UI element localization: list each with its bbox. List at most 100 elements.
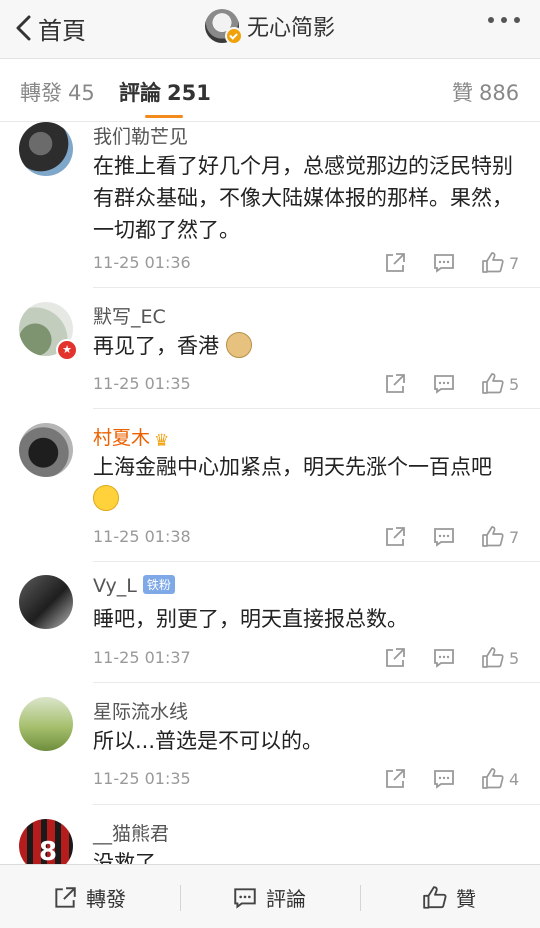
comment-text-content: 再见了，香港 [93,334,219,358]
more-icon-dot [501,17,507,23]
comment-text: 再见了，香港 [93,330,518,362]
avatar [205,9,243,45]
tab-repost[interactable]: 轉發 45 [20,77,95,107]
avatar[interactable] [19,575,73,629]
share-icon [386,253,405,272]
author-name: 村夏木 [93,427,151,449]
avatar[interactable] [19,423,73,477]
like-count: 7 [509,528,520,547]
repost-button[interactable]: 轉發 [52,883,126,912]
thumbs-up-icon [482,526,504,547]
share-icon [386,648,405,667]
tab-count: 251 [167,81,211,105]
divider [180,885,181,911]
reply-button[interactable] [432,525,456,553]
like-count: 5 [509,375,520,394]
thumbs-up-icon [482,647,504,668]
comment-list[interactable]: 我们勒芒见 在推上看了好几个月，总感觉那边的泛民特别有群众基础，不像大陆媒体报的… [0,122,540,864]
comment-time: 11-25 01:38 [93,527,191,546]
reply-button[interactable] [432,372,456,400]
bottom-action-bar: 轉發 評論 贊 [0,864,540,928]
reply-button[interactable] [432,767,456,795]
share-button[interactable] [383,767,407,795]
like-button[interactable]: 7 [481,525,519,553]
share-button[interactable] [383,251,407,279]
avatar-jersey-number: 8 [39,837,58,864]
divider [93,408,540,409]
comment-author[interactable]: 星际流水线 [93,697,188,724]
author-name: Vy_L [93,575,137,597]
fan-badge: 铁粉 [142,575,175,594]
comment-author[interactable]: 我们勒芒见 [93,122,188,149]
comment-text: 所以...普选是不可以的。 [93,729,324,753]
laugh-cry-emoji-icon [93,485,119,511]
comment-text: 上海金融中心加紧点，明天先涨个一百点吧 [93,451,518,515]
comment-icon [434,649,454,668]
divider [93,287,540,288]
comment-author[interactable]: 默写_EC [93,302,166,329]
like-count: 5 [509,649,520,668]
more-icon [488,17,494,23]
avatar[interactable]: 8 [19,819,73,864]
reply-button[interactable] [432,251,456,279]
comment-meta: 11-25 01:37 5 [93,646,523,672]
comment-text: 在推上看了好几个月，总感觉那边的泛民特别有群众基础，不像大陆媒体报的那样。果然，… [93,154,513,242]
comment-meta: 11-25 01:36 7 [93,251,523,277]
comment-meta: 11-25 01:38 7 [93,525,523,551]
comment-icon [434,770,454,789]
comment-icon [234,887,256,909]
share-icon [386,769,405,788]
like-post-button[interactable]: 贊 [422,883,476,912]
comment-time: 11-25 01:36 [93,253,191,272]
comment-time: 11-25 01:35 [93,374,191,393]
tab-label: 轉發 [20,81,62,105]
repost-label: 轉發 [86,887,126,911]
comment-icon [434,528,454,547]
comment-text: 没救了 [93,851,156,864]
star-badge-icon: ★ [56,339,78,361]
like-button[interactable]: 4 [481,767,519,795]
account-name: 无心简影 [247,16,336,41]
divider [360,885,361,911]
avatar[interactable] [19,697,73,751]
like-button[interactable]: 7 [481,251,519,279]
tab-active-indicator [145,115,183,118]
top-bar: 首頁 无心简影 [0,0,540,59]
comment-icon [434,254,454,273]
tab-label: 贊 [452,81,473,105]
comment-meta: 11-25 01:35 4 [93,767,523,793]
like-count: 7 [509,254,520,273]
comment-author[interactable]: Vy_L 铁粉 [93,575,175,597]
comment-button[interactable]: 評論 [232,883,306,912]
comment-author[interactable]: 村夏木 ♛ [93,423,174,451]
divider [93,682,540,683]
divider [93,804,540,805]
comment-time: 11-25 01:35 [93,769,191,788]
share-button[interactable] [383,646,407,674]
back-label: 首頁 [38,16,86,45]
share-button[interactable] [383,525,407,553]
more-icon-dot [514,17,520,23]
tab-count: 45 [68,81,95,105]
reply-button[interactable] [432,646,456,674]
tab-comments[interactable]: 評論 251 [119,77,211,107]
more-button[interactable] [488,17,520,23]
thumbs-up-icon [482,768,504,789]
thumbs-up-icon [482,373,504,394]
tab-label: 評論 [119,81,161,105]
comment-author[interactable]: __猫熊君 [93,819,169,846]
avatar[interactable] [19,122,73,176]
like-button[interactable]: 5 [481,372,519,400]
like-label: 贊 [456,887,476,911]
comment-label: 評論 [266,887,306,911]
tab-count: 886 [479,81,520,105]
comment-text: 睡吧，别更了，明天直接报总数。 [93,607,408,631]
share-button[interactable] [383,372,407,400]
back-button[interactable]: 首頁 [14,10,86,46]
like-button[interactable]: 5 [481,646,519,674]
account-profile[interactable]: 无心简影 [205,9,336,45]
comment-time: 11-25 01:37 [93,648,191,667]
tab-bar: 轉發 45 評論 251 贊 886 [0,59,540,122]
thumbs-up-icon [482,252,504,273]
tab-likes[interactable]: 贊 886 [452,77,519,107]
